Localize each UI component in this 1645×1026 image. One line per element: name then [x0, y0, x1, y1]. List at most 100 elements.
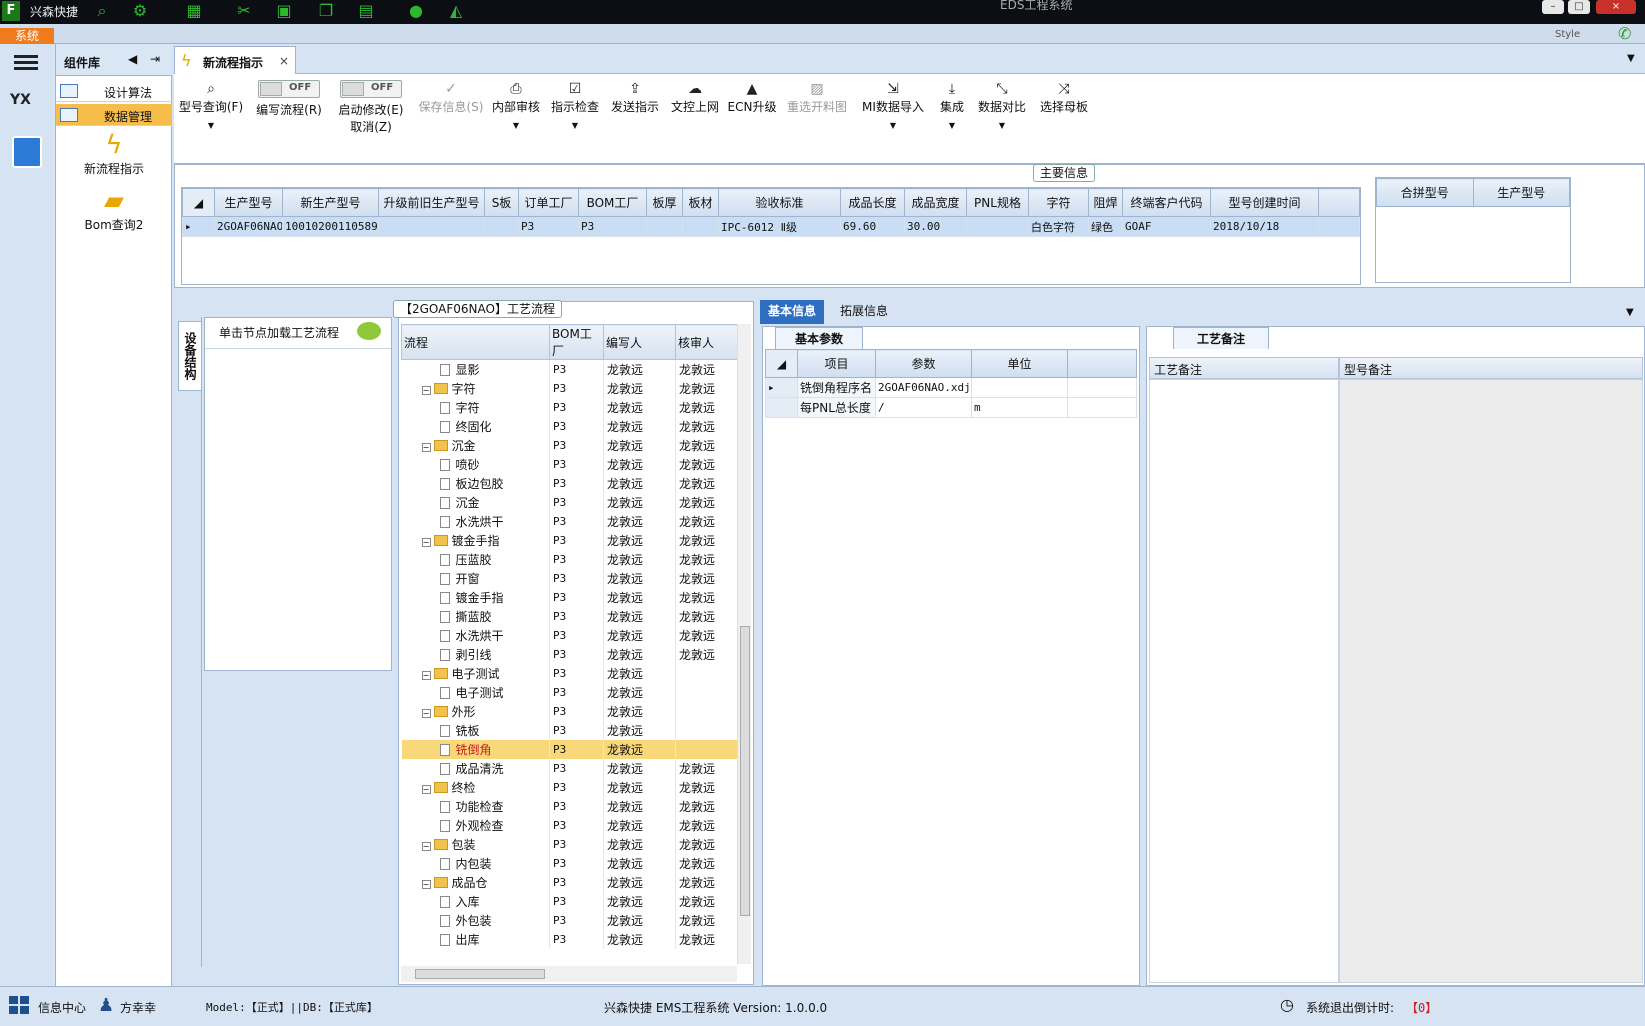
instruction-check-button[interactable]: ☑ 指示检查 ▼ — [546, 80, 604, 130]
tab-basic-params[interactable]: 基本参数 — [775, 327, 863, 349]
copy-icon[interactable]: ❐ — [316, 2, 336, 20]
tree-node[interactable]: 内包装 P3 龙敦远 龙敦远 — [401, 853, 737, 873]
column-header[interactable]: 新生产型号 — [282, 188, 379, 217]
tab-extended-info[interactable]: 拓展信息 — [832, 300, 896, 324]
component-item-design-algorithm[interactable]: 设计算法 — [56, 80, 172, 102]
scroll-thumb[interactable] — [415, 969, 545, 979]
tree-node[interactable]: 外观检查 P3 龙敦远 龙敦远 — [401, 815, 737, 835]
gear-icon[interactable]: ⚙ — [130, 2, 150, 20]
factory-icon[interactable]: YX — [10, 92, 44, 128]
column-header[interactable]: 合拼型号 — [1376, 178, 1474, 207]
menu-icon[interactable] — [14, 52, 38, 72]
write-flow-button[interactable]: OFF 编写流程(R) — [250, 80, 328, 118]
save-info-button[interactable]: ✓ 保存信息(S) — [414, 80, 488, 115]
component-item-data-management[interactable]: 数据管理 — [56, 104, 172, 126]
search-icon[interactable]: ⌕ — [92, 2, 112, 20]
tree-node[interactable]: 铣倒角 P3 龙敦远 — [401, 739, 737, 759]
scroll-thumb[interactable] — [740, 626, 750, 916]
tree-node[interactable]: − 字符 P3 龙敦远 龙敦远 — [401, 378, 737, 398]
column-header[interactable]: 终端客户代码 — [1122, 188, 1211, 217]
tree-node[interactable]: 水洗烘干 P3 龙敦远 龙敦远 — [401, 511, 737, 531]
style-selector[interactable]: Style — [1555, 29, 1580, 40]
tree-node[interactable]: − 外形 P3 龙敦远 — [401, 701, 737, 721]
tree-node[interactable]: 板边包胶 P3 龙敦远 龙敦远 — [401, 473, 737, 493]
param-row[interactable]: ▸ 铣倒角程序名 2GOAF06NAO.xdj — [765, 377, 1137, 398]
send-instruction-button[interactable]: ⇪ 发送指示 — [606, 80, 664, 115]
tree-node[interactable]: − 镀金手指 P3 龙敦远 龙敦远 — [401, 530, 737, 550]
column-header[interactable]: 项目 — [797, 349, 876, 378]
chevron-down-icon[interactable]: ▼ — [1627, 53, 1635, 64]
tab-equipment-structure[interactable]: 设备结构 — [178, 321, 202, 391]
enable-edit-button[interactable]: OFF 启动修改(E) 取消(Z) — [330, 80, 412, 135]
tree-node[interactable]: 喷砂 P3 龙敦远 龙敦远 — [401, 454, 737, 474]
mi-import-button[interactable]: ⇲ MI数据导入 ▼ — [858, 80, 928, 130]
tab-process-notes[interactable]: 工艺备注 — [1173, 327, 1269, 349]
scissors-icon[interactable]: ✂ — [234, 2, 254, 20]
column-header[interactable]: PNL规格 — [966, 188, 1029, 217]
column-header[interactable]: 单位 — [971, 349, 1068, 378]
column-header[interactable]: 阻焊 — [1088, 188, 1123, 217]
column-header[interactable]: 生产型号 — [214, 188, 283, 217]
column-header[interactable]: 升级前旧生产型号 — [378, 188, 485, 217]
chevron-down-icon[interactable]: ▼ — [1626, 307, 1634, 318]
collapse-toggle-icon[interactable]: − — [421, 537, 431, 547]
collapse-toggle-icon[interactable]: − — [421, 670, 431, 680]
process-notes-textarea[interactable] — [1149, 379, 1339, 983]
param-cell[interactable] — [971, 377, 1068, 398]
grid-icon[interactable]: ▦ — [184, 2, 204, 20]
tree-node[interactable]: 沉金 P3 龙敦远 龙敦远 — [401, 492, 737, 512]
column-header[interactable]: BOM工厂 — [549, 324, 604, 360]
pin-icon[interactable]: ⇥ — [150, 52, 160, 66]
column-header[interactable]: 编写人 — [603, 324, 676, 360]
maximize-button[interactable]: □ — [1568, 0, 1590, 14]
table-icon[interactable]: ▤ — [356, 2, 376, 20]
file-upload-button[interactable]: ☁ 文控上网 — [666, 80, 724, 115]
column-header[interactable]: 成品长度 — [840, 188, 905, 217]
phone-icon[interactable]: ✆ — [1618, 24, 1631, 43]
column-header[interactable]: 核审人 — [675, 324, 737, 360]
tool-new-process[interactable]: ϟ 新流程指示 — [56, 130, 172, 180]
tree-node[interactable]: 成品清洗 P3 龙敦远 龙敦远 — [401, 758, 737, 778]
windows-grid-icon[interactable] — [8, 995, 30, 1015]
table-row[interactable]: ▸ 2GOAF06NAO 10010200110589 P3 P3 IPC-6012 Ⅱ级… — [182, 216, 1360, 237]
collapse-left-icon[interactable]: ◀ — [128, 52, 137, 66]
tree-node[interactable]: 显影 P3 龙敦远 龙敦远 — [401, 359, 737, 379]
model-query-button[interactable]: ⌕ 型号查询(F) ▼ — [176, 80, 246, 130]
column-header[interactable]: 型号创建时间 — [1210, 188, 1319, 217]
column-header[interactable]: 板材 — [682, 188, 719, 217]
user-icon[interactable]: ● — [406, 2, 426, 20]
column-header[interactable]: S板 — [484, 188, 519, 217]
chart-icon[interactable]: ◭ — [446, 2, 466, 20]
tree-node[interactable]: 压蓝胶 P3 龙敦远 龙敦远 — [401, 549, 737, 569]
cancel-label[interactable]: 取消(Z) — [330, 118, 412, 135]
tree-node[interactable]: 终固化 P3 龙敦远 龙敦远 — [401, 416, 737, 436]
collapse-toggle-icon[interactable]: − — [421, 708, 431, 718]
data-compare-button[interactable]: ⤡ 数据对比 ▼ — [974, 80, 1030, 130]
collapse-toggle-icon[interactable]: − — [421, 841, 431, 851]
ecn-upgrade-button[interactable]: ▲ ECN升级 — [726, 80, 778, 115]
column-header[interactable]: 板厚 — [646, 188, 683, 217]
minimize-button[interactable]: – — [1542, 0, 1564, 14]
tree-node[interactable]: 功能检查 P3 龙敦远 龙敦远 — [401, 796, 737, 816]
internal-review-button[interactable]: ⎙ 内部审核 ▼ — [488, 80, 544, 130]
tab-basic-info[interactable]: 基本信息 — [760, 300, 825, 324]
tree-node[interactable]: 字符 P3 龙敦远 龙敦远 — [401, 397, 737, 417]
param-cell[interactable]: m — [971, 397, 1068, 418]
tree-node[interactable]: − 电子测试 P3 龙敦远 — [401, 663, 737, 683]
process-tree-hscroll[interactable] — [401, 966, 737, 982]
tree-node[interactable]: 出库 P3 龙敦远 龙敦远 — [401, 929, 737, 949]
tree-node[interactable]: − 沉金 P3 龙敦远 龙敦远 — [401, 435, 737, 455]
tree-node[interactable]: 镀金手指 P3 龙敦远 龙敦远 — [401, 587, 737, 607]
tree-node[interactable]: 外包装 P3 龙敦远 龙敦远 — [401, 910, 737, 930]
tree-node[interactable]: − 成品仓 P3 龙敦远 龙敦远 — [401, 872, 737, 892]
tree-node[interactable]: 铣板 P3 龙敦远 — [401, 720, 737, 740]
collapse-toggle-icon[interactable]: − — [421, 879, 431, 889]
param-row[interactable]: 每PNL总长度 / m — [765, 397, 1137, 418]
integrate-button[interactable]: ⤓ 集成 ▼ — [932, 80, 972, 130]
tree-node[interactable]: 开窗 P3 龙敦远 龙敦远 — [401, 568, 737, 588]
write-flow-toggle[interactable]: OFF — [258, 80, 320, 98]
info-center-label[interactable]: 信息中心 — [38, 999, 86, 1016]
collapse-toggle-icon[interactable]: − — [421, 442, 431, 452]
column-header[interactable]: 流程 — [401, 324, 550, 360]
column-header[interactable]: BOM工厂 — [578, 188, 647, 217]
